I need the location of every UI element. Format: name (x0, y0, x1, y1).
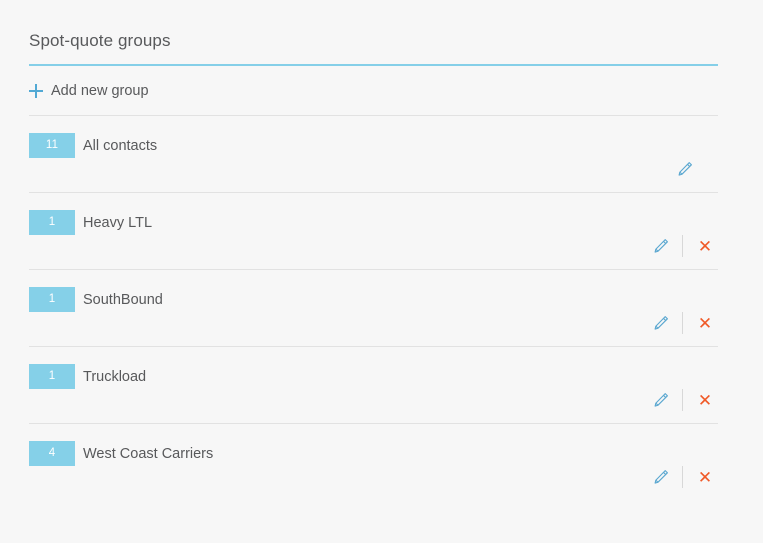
row-actions: ✕ (647, 234, 718, 258)
pencil-icon (651, 314, 670, 333)
edit-group-button[interactable] (647, 311, 673, 335)
row-actions (671, 157, 697, 181)
group-name-label: Truckload (83, 368, 147, 385)
close-icon: ✕ (697, 313, 713, 333)
group-count-badge: 1 (29, 210, 75, 235)
delete-group-button[interactable]: ✕ (692, 311, 718, 335)
pencil-icon (651, 391, 670, 410)
group-name-label: Heavy LTL (83, 214, 153, 231)
delete-group-button[interactable]: ✕ (692, 234, 718, 258)
group-count-badge: 4 (29, 441, 75, 466)
group-name-label: West Coast Carriers (83, 445, 214, 462)
group-head: 11 All contacts (29, 116, 718, 158)
edit-group-button[interactable] (647, 465, 673, 489)
group-count-badge: 11 (29, 133, 75, 158)
action-divider (682, 466, 683, 488)
close-icon: ✕ (697, 467, 713, 487)
edit-group-button[interactable] (671, 157, 697, 181)
action-divider (682, 312, 683, 334)
pencil-icon (651, 468, 670, 487)
group-row: 1 Truckload ✕ (29, 347, 718, 424)
pencil-icon (651, 237, 670, 256)
row-actions: ✕ (647, 388, 718, 412)
action-divider (682, 235, 683, 257)
group-list: 11 All contacts 1 Heavy LTL ✕ 1 SouthBound ✕ 1 Tr… (29, 116, 718, 501)
close-icon: ✕ (697, 390, 713, 410)
action-divider (682, 389, 683, 411)
add-new-group-label: Add new group (51, 82, 149, 99)
add-new-group-button[interactable]: Add new group (29, 66, 718, 116)
pencil-icon (675, 160, 694, 179)
group-count-badge: 1 (29, 364, 75, 389)
page-title: Spot-quote groups (29, 31, 171, 50)
spot-quote-groups-page: Spot-quote groups Add new group 11 All co… (0, 0, 763, 543)
group-row: 1 Heavy LTL ✕ (29, 193, 718, 270)
group-row: 4 West Coast Carriers ✕ (29, 424, 718, 501)
edit-group-button[interactable] (647, 234, 673, 258)
group-row: 1 SouthBound ✕ (29, 270, 718, 347)
group-name-label: SouthBound (83, 291, 163, 308)
group-head: 1 Heavy LTL (29, 193, 718, 235)
group-head: 1 SouthBound (29, 270, 718, 312)
delete-group-button[interactable]: ✕ (692, 465, 718, 489)
plus-icon (29, 83, 43, 98)
close-icon: ✕ (697, 236, 713, 256)
group-head: 1 Truckload (29, 347, 718, 389)
row-actions: ✕ (647, 311, 718, 335)
group-head: 4 West Coast Carriers (29, 424, 718, 466)
delete-group-button[interactable]: ✕ (692, 388, 718, 412)
edit-group-button[interactable] (647, 388, 673, 412)
group-name-label: All contacts (83, 137, 158, 154)
group-row: 11 All contacts (29, 116, 718, 193)
row-actions: ✕ (647, 465, 718, 489)
group-count-badge: 1 (29, 287, 75, 312)
